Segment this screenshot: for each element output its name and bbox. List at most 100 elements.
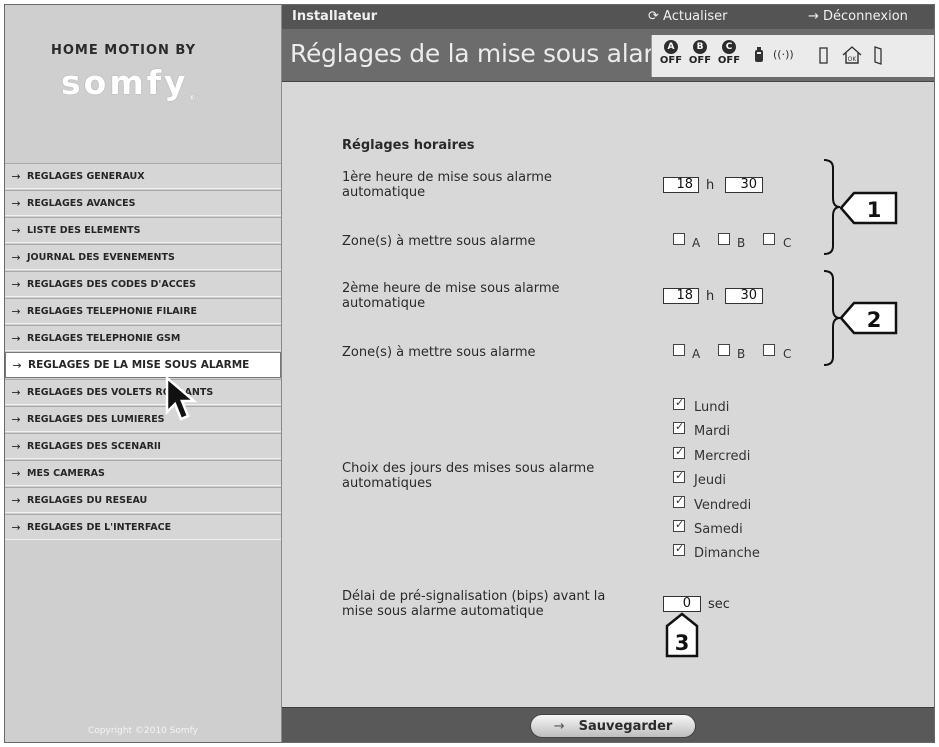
logout-label: Déconnexion — [823, 9, 908, 24]
day-checkbox-mercredi[interactable] — [673, 445, 685, 459]
logo: HOME MOTION BY somfy® — [5, 5, 281, 155]
day-checkbox-lundi[interactable] — [673, 396, 685, 410]
second-time-label-line2: automatique — [342, 296, 426, 311]
zone-c-status: C OFF — [716, 40, 742, 66]
first-zone-label: Zone(s) à mettre sous alarme — [342, 234, 536, 249]
sidebar: HOME MOTION BY somfy® → REGLAGES GENERAUX… — [5, 5, 282, 742]
zone-b-state: OFF — [688, 55, 712, 66]
first-hour-input[interactable]: 18 — [663, 177, 699, 193]
day-label: Vendredi — [694, 497, 752, 513]
arrow-right-icon: → — [11, 250, 21, 264]
sidebar-item-9[interactable]: → REGLAGES DES LUMIERES — [5, 406, 281, 432]
sidebar-item-7[interactable]: → REGLAGES DE LA MISE SOUS ALARME — [5, 352, 281, 378]
first-zone-b-checkbox[interactable] — [718, 233, 730, 245]
logout-link[interactable]: → Déconnexion — [808, 9, 908, 24]
second-zone-a-checkbox[interactable] — [673, 344, 685, 356]
sidebar-item-13[interactable]: → REGLAGES DE L'INTERFACE — [5, 514, 281, 540]
top-bar: Installateur ⟳ Actualiser → Déconnexion — [282, 5, 934, 29]
arrow-right-icon: → — [11, 304, 21, 318]
day-label: Samedi — [694, 522, 743, 537]
arrow-right-icon: → — [11, 169, 21, 183]
zone-a-state: OFF — [659, 55, 683, 66]
days-label-line2: automatiques — [342, 476, 432, 491]
battery-icon — [755, 47, 763, 62]
zone-c-state: OFF — [717, 55, 741, 66]
delay-input[interactable]: 0 — [663, 596, 701, 612]
second-zone-c-checkbox[interactable] — [763, 344, 775, 356]
arrow-right-icon: → — [12, 358, 22, 372]
day-checkbox-vendredi[interactable] — [673, 494, 685, 508]
second-zone-b-checkbox[interactable] — [718, 344, 730, 356]
zone-a-status: A OFF — [658, 40, 684, 66]
sidebar-item-12[interactable]: → REGLAGES DU RESEAU — [5, 487, 281, 513]
save-button[interactable]: → Sauvegarder — [530, 714, 696, 738]
sidebar-item-label: REGLAGES DE L'INTERFACE — [27, 521, 172, 533]
second-time-label: 2ème heure de mise sous alarme automatiqu… — [342, 281, 559, 311]
day-checkbox-samedi[interactable] — [673, 518, 685, 532]
second-zone-b-label: B — [737, 347, 746, 361]
day-label: Lundi — [694, 400, 730, 415]
sidebar-item-1[interactable]: → REGLAGES AVANCES — [5, 190, 281, 216]
delay-label-line1: Délai de pré-signalisation (bips) avant … — [342, 589, 606, 604]
sidebar-item-5[interactable]: → REGLAGES TELEPHONIE FILAIRE — [5, 298, 281, 324]
arrow-right-icon: → — [11, 439, 21, 453]
day-checkbox-jeudi[interactable] — [673, 469, 685, 484]
refresh-icon: ⟳ — [648, 9, 664, 24]
callout-2-number: 2 — [867, 308, 882, 332]
sidebar-item-2[interactable]: → LISTE DES ELEMENTS — [5, 217, 281, 243]
sidebar-item-3[interactable]: → JOURNAL DES EVENEMENTS — [5, 244, 281, 270]
home-ok-icon: OK — [842, 46, 862, 64]
door-sensor-icon — [819, 47, 828, 64]
delay-label-line2: mise sous alarme automatique — [342, 604, 544, 619]
arrow-right-icon: → — [11, 331, 21, 345]
sidebar-menu: → REGLAGES GENERAUX → REGLAGES AVANCES → LIST… — [5, 163, 281, 541]
sidebar-item-6[interactable]: → REGLAGES TELEPHONIE GSM — [5, 325, 281, 351]
first-zone-a-checkbox[interactable] — [673, 233, 685, 245]
page-title: Réglages de la mise sous alarme — [290, 39, 693, 68]
refresh-label: Actualiser — [663, 9, 728, 24]
day-checkbox-mardi[interactable] — [673, 420, 685, 435]
day-label: Mercredi — [694, 448, 751, 464]
first-hour-unit: h — [706, 178, 715, 193]
logo-brand-name: somfy — [61, 63, 189, 102]
sidebar-item-label: REGLAGES GENERAUX — [27, 170, 145, 182]
day-label: Mardi — [694, 424, 731, 440]
callout-3-badge: 3 — [665, 612, 699, 658]
day-checkbox-dimanche[interactable] — [673, 542, 685, 557]
first-time-label: 1ère heure de mise sous alarme automatiqu… — [342, 170, 552, 200]
sidebar-item-label: REGLAGES DES SCENARII — [27, 440, 161, 452]
sidebar-item-0[interactable]: → REGLAGES GENERAUX — [5, 163, 281, 189]
callout-1-badge: 1 — [840, 191, 898, 225]
callout-1-number: 1 — [867, 198, 882, 222]
second-zone-label: Zone(s) à mettre sous alarme — [342, 345, 536, 360]
sidebar-item-label: REGLAGES AVANCES — [27, 197, 136, 209]
days-label-line1: Choix des jours des mises sous alarme — [342, 461, 595, 476]
logo-registered-mark: ® — [188, 94, 196, 102]
settings-form: Réglages horaires 1ère heure de mise sou… — [282, 82, 934, 708]
sidebar-item-label: REGLAGES DU RESEAU — [27, 494, 148, 506]
arrow-right-icon: → — [11, 196, 21, 210]
second-hour-unit: h — [706, 289, 715, 304]
home-ok-text: OK — [848, 56, 858, 63]
second-hour-input[interactable]: 18 — [663, 288, 699, 304]
sidebar-item-11[interactable]: → MES CAMERAS — [5, 460, 281, 486]
first-zone-c-checkbox[interactable] — [763, 233, 775, 245]
arrow-right-icon: → — [553, 718, 565, 734]
arrow-right-icon: → — [808, 9, 824, 24]
day-label: Dimanche — [694, 546, 760, 562]
second-minute-input[interactable]: 30 — [725, 288, 763, 304]
refresh-link[interactable]: ⟳ Actualiser — [648, 9, 728, 24]
delay-label: Délai de pré-signalisation (bips) avant … — [342, 589, 605, 619]
first-zone-c-label: C — [783, 236, 792, 250]
day-label: Jeudi — [694, 473, 726, 489]
sidebar-item-8[interactable]: → REGLAGES DES VOLETS ROULANTS — [5, 379, 281, 405]
logo-tagline: HOME MOTION BY — [51, 43, 197, 58]
first-minute-input[interactable]: 30 — [725, 177, 763, 193]
sidebar-item-4[interactable]: → REGLAGES DES CODES D'ACCES — [5, 271, 281, 297]
callout-2-brace — [823, 270, 841, 366]
logo-brand: somfy® — [61, 63, 196, 102]
sidebar-item-10[interactable]: → REGLAGES DES SCENARII — [5, 433, 281, 459]
first-time-label-line2: automatique — [342, 185, 426, 200]
second-time-label-line1: 2ème heure de mise sous alarme — [342, 281, 560, 296]
delay-unit: sec — [708, 597, 730, 612]
